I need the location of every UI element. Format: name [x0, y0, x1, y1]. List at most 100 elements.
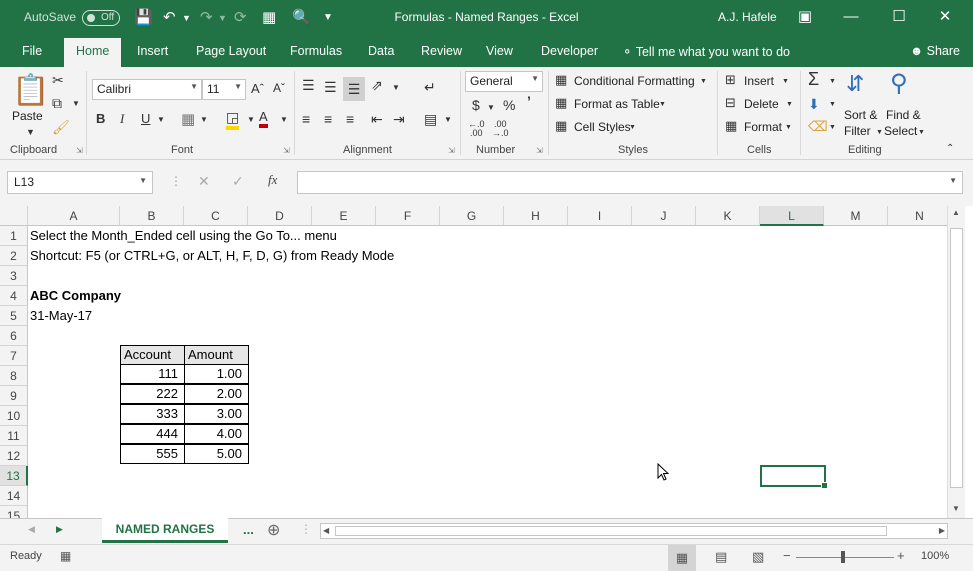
find-select-label-2[interactable]: Select	[884, 124, 917, 138]
col-header-k[interactable]: K	[696, 206, 760, 226]
conditional-formatting-icon[interactable]: ▦	[555, 72, 567, 88]
col-header-a[interactable]: A	[28, 206, 120, 226]
font-color-dropdown-icon[interactable]: ▼	[280, 115, 288, 124]
select-all-corner[interactable]	[0, 206, 28, 226]
orientation-dropdown-icon[interactable]: ▼	[392, 83, 400, 92]
customize-qat-icon[interactable]: ▼	[323, 12, 333, 23]
minimize-icon[interactable]: —	[836, 5, 866, 29]
merge-dropdown-icon[interactable]: ▼	[444, 115, 452, 124]
decrease-decimal-icon[interactable]: .00 →.0	[492, 120, 509, 138]
col-header-l[interactable]: L	[760, 206, 824, 226]
clear-icon[interactable]: ⌫	[808, 118, 828, 135]
cell-a5[interactable]: 31-May-17	[30, 306, 92, 326]
expand-formula-bar-icon[interactable]: ▼	[949, 176, 957, 185]
paste-button[interactable]: Paste	[12, 109, 43, 123]
prev-sheet-icon[interactable]: ◀	[28, 524, 35, 535]
chevron-down-icon[interactable]: ▼	[782, 78, 789, 85]
format-as-table-button[interactable]: Format as Table	[574, 97, 660, 111]
row-header-2[interactable]: 2	[0, 246, 28, 266]
font-color-icon[interactable]: A	[259, 110, 268, 128]
orientation-icon[interactable]: ⇗	[371, 77, 383, 94]
find-select-icon[interactable]: ⚲	[890, 69, 908, 98]
form-icon[interactable]: ▦	[262, 8, 276, 26]
row-header-3[interactable]: 3	[0, 266, 28, 286]
chevron-down-icon[interactable]: ▼	[829, 101, 836, 108]
col-header-d[interactable]: D	[248, 206, 312, 226]
tab-insert[interactable]: Insert	[137, 44, 168, 58]
borders-icon[interactable]: ▦	[181, 110, 195, 128]
col-header-b[interactable]: B	[120, 206, 184, 226]
underline-icon[interactable]: U	[141, 111, 150, 126]
new-sheet-icon[interactable]: ⊕	[267, 520, 280, 540]
chevron-down-icon[interactable]: ▼	[629, 124, 636, 131]
tab-home[interactable]: Home	[64, 38, 122, 67]
tab-split-grip-icon[interactable]: ⋮	[300, 522, 312, 536]
row-header-15[interactable]: 15	[0, 506, 28, 518]
page-layout-view-icon[interactable]: ▤	[715, 549, 727, 565]
page-break-view-icon[interactable]: ▧	[752, 549, 764, 565]
table-cell-amount[interactable]: 4.00	[184, 424, 249, 444]
fill-color-dropdown-icon[interactable]: ▼	[247, 115, 255, 124]
accounting-format-icon[interactable]: $	[472, 97, 480, 113]
percent-style-icon[interactable]: %	[503, 97, 515, 113]
copy-dropdown-icon[interactable]: ▼	[72, 99, 80, 108]
paste-icon[interactable]: 📋	[12, 73, 49, 108]
ribbon-display-options-icon[interactable]: ▣	[790, 5, 820, 29]
insert-cells-icon[interactable]: ⊞	[725, 72, 736, 88]
table-cell-amount[interactable]: 3.00	[184, 404, 249, 424]
chevron-down-icon[interactable]: ▼	[659, 101, 666, 108]
more-sheets-button[interactable]: ...	[243, 522, 254, 537]
fill-color-icon[interactable]: ◲	[226, 109, 240, 130]
italic-icon[interactable]: I	[120, 111, 124, 127]
delete-cells-button[interactable]: Delete	[744, 97, 779, 111]
chevron-down-icon[interactable]: ▼	[785, 124, 792, 131]
vertical-scroll-thumb[interactable]	[950, 228, 963, 488]
row-header-5[interactable]: 5	[0, 306, 28, 326]
zoom-slider[interactable]	[796, 557, 894, 558]
worksheet-grid[interactable]: A B C D E F G H I J K L M N 1 2 3 4 5 6 …	[0, 206, 947, 518]
merge-center-icon[interactable]: ▤	[424, 111, 437, 128]
align-left-icon[interactable]: ≡	[302, 111, 310, 127]
insert-cells-button[interactable]: Insert	[744, 74, 774, 88]
horizontal-scroll-thumb[interactable]	[335, 526, 887, 536]
name-box[interactable]: L13 ▼	[7, 171, 153, 194]
scroll-up-icon[interactable]: ▲	[952, 208, 960, 217]
cut-icon[interactable]: ✂	[52, 72, 64, 89]
number-launcher-icon[interactable]: ⇲	[536, 146, 543, 155]
collapse-ribbon-icon[interactable]: ⌃	[946, 143, 954, 154]
table-cell-account[interactable]: 555	[120, 444, 185, 464]
row-header-14[interactable]: 14	[0, 486, 28, 506]
table-cell-account[interactable]: 333	[120, 404, 185, 424]
comma-style-icon[interactable]: ’	[527, 93, 531, 109]
clipboard-launcher-icon[interactable]: ⇲	[76, 146, 83, 155]
cell-a2[interactable]: Shortcut: F5 (or CTRL+G, or ALT, H, F, D…	[30, 246, 394, 266]
middle-align-icon[interactable]: ☰	[324, 79, 337, 96]
bottom-align-icon[interactable]: ☰	[343, 77, 365, 101]
format-cells-button[interactable]: Format	[744, 120, 782, 134]
row-header-6[interactable]: 6	[0, 326, 28, 346]
tab-review[interactable]: Review	[421, 44, 462, 58]
tab-developer[interactable]: Developer	[541, 44, 598, 58]
table-header-amount[interactable]: Amount	[184, 345, 249, 365]
cell-styles-icon[interactable]: ▦	[555, 118, 567, 134]
row-header-10[interactable]: 10	[0, 406, 28, 426]
share-button[interactable]: ☻ Share	[910, 44, 960, 58]
decrease-font-size-icon[interactable]: Aˇ	[273, 81, 285, 95]
table-cell-amount[interactable]: 1.00	[184, 364, 249, 384]
accounting-dropdown-icon[interactable]: ▼	[487, 103, 495, 112]
format-cells-icon[interactable]: ▦	[725, 118, 737, 134]
bold-icon[interactable]: B	[96, 111, 105, 126]
col-header-g[interactable]: G	[440, 206, 504, 226]
font-launcher-icon[interactable]: ⇲	[283, 146, 290, 155]
active-cell-l13[interactable]	[760, 465, 828, 489]
horizontal-scrollbar[interactable]: ◀ ▶	[320, 523, 948, 539]
macro-record-icon[interactable]: ▦	[60, 549, 71, 563]
paste-dropdown-icon[interactable]: ▼	[26, 127, 35, 137]
col-header-i[interactable]: I	[568, 206, 632, 226]
row-header-13[interactable]: 13	[0, 466, 28, 486]
find-select-label-1[interactable]: Find &	[886, 108, 921, 122]
user-name[interactable]: A.J. Hafele	[718, 10, 777, 24]
increase-indent-icon[interactable]: ⇥	[393, 111, 405, 128]
tab-page-layout[interactable]: Page Layout	[196, 44, 266, 58]
table-cell-account[interactable]: 222	[120, 384, 185, 404]
